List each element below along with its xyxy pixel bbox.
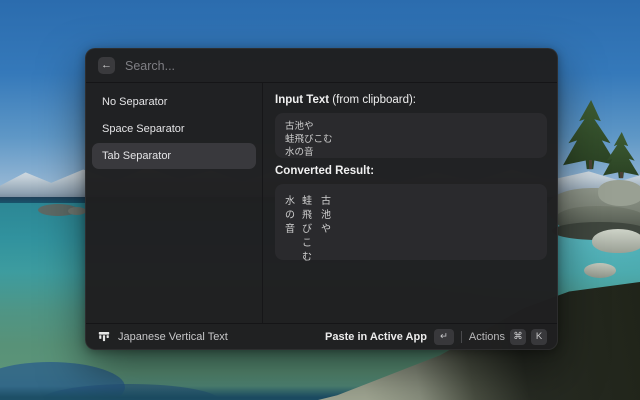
converted-cell: 水 (285, 195, 295, 207)
converted-cell: 古 (321, 195, 331, 207)
back-button[interactable]: ← (98, 57, 115, 74)
sidebar-item[interactable]: No Separator (92, 89, 256, 115)
converted-cell: 池 (321, 209, 331, 221)
extension-name: Japanese Vertical Text (118, 330, 228, 343)
converted-cell: び (302, 223, 312, 235)
actions-label: Actions (468, 330, 505, 343)
converted-cell: 音 (285, 223, 295, 235)
separator-options-list: No Separator Space Separator Tab Separat… (86, 83, 263, 323)
window-body: No Separator Space Separator Tab Separat… (86, 83, 557, 323)
detail-panel: Input Text (from clipboard): 古池や 蛙飛びこむ 水の音… (263, 83, 557, 323)
sidebar-item-label: Space Separator (102, 123, 185, 135)
converted-cell: の (285, 209, 295, 221)
converted-cell: む (302, 251, 312, 263)
sidebar-item-label: No Separator (102, 96, 168, 108)
converted-row: の 飛 池 (285, 206, 537, 221)
footer-divider (460, 330, 462, 343)
converted-row: 音 び や (285, 220, 537, 235)
sidebar-item-label: Tab Separator (102, 150, 172, 162)
actions-button[interactable]: Actions ⌘ K (468, 328, 547, 345)
converted-row: こ (285, 234, 537, 249)
return-key-icon: ↵ (433, 328, 454, 345)
converted-result-label: Converted Result: (275, 165, 375, 177)
action-bar-right: Paste in Active App ↵ Actions ⌘ K (325, 328, 547, 345)
vertical-text-icon (98, 331, 110, 343)
back-arrow-icon: ← (101, 59, 112, 71)
converted-cell: こ (302, 237, 312, 249)
converted-cell: 飛 (302, 209, 312, 221)
input-text-box: 古池や蛙飛びこむ水の音 (275, 113, 547, 158)
command-key-icon: ⌘ (510, 328, 526, 345)
input-text-label: Input Text (from clipboard): (275, 94, 547, 106)
distant-rock (68, 207, 86, 215)
launcher-window: ← No Separator Space Separator Tab Separ… (85, 48, 558, 350)
input-text-line: 古池や (285, 121, 314, 132)
converted-cell: や (321, 223, 331, 235)
sidebar-item[interactable]: Space Separator (92, 116, 256, 142)
water-rock (584, 263, 616, 278)
converted-row: 水 蛙 古 (285, 192, 537, 207)
search-header: ← (86, 49, 557, 83)
sidebar-item[interactable]: Tab Separator (92, 143, 256, 169)
k-key-icon: K (531, 328, 547, 345)
input-text-label-bold: Input Text (275, 94, 330, 106)
paste-in-active-app-label: Paste in Active App (325, 330, 427, 343)
converted-row: む (285, 248, 537, 263)
input-text-line: 水の音 (285, 147, 314, 158)
converted-result-box: 水 蛙 古 の 飛 池 音 び や こ む (275, 184, 547, 263)
search-input[interactable] (125, 58, 545, 73)
paste-in-active-app-button[interactable]: Paste in Active App ↵ (325, 328, 454, 345)
action-bar: Japanese Vertical Text Paste in Active A… (86, 323, 557, 349)
water-rock (592, 229, 640, 253)
converted-cell: 蛙 (302, 195, 312, 207)
shore-boulder (598, 180, 640, 206)
input-text-label-note: (from clipboard): (329, 94, 417, 106)
input-text-line: 蛙飛びこむ (285, 134, 333, 145)
